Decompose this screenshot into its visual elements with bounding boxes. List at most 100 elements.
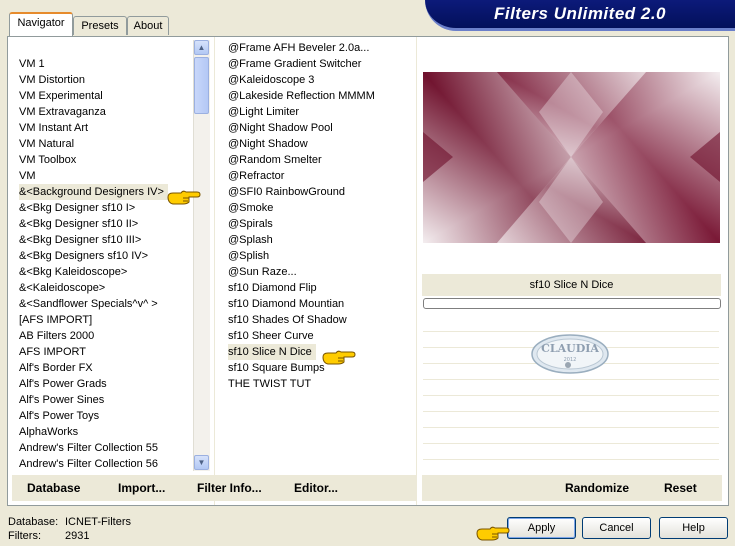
category-list-item-label: Alf's Power Sines [19, 394, 105, 406]
tab-presets[interactable]: Presets [73, 16, 127, 35]
filter-list-item-label: @Kaleidoscope 3 [228, 74, 315, 86]
filter-list-item-label: sf10 Diamond Mountian [228, 298, 345, 310]
category-list-item-label: &<Sandflower Specials^v^ > [19, 298, 158, 310]
category-list-item[interactable]: Alf's Power Toys [19, 408, 191, 424]
tab-presets-label: Presets [81, 20, 119, 32]
database-status-label: Database: [8, 516, 59, 528]
filter-list[interactable]: @Frame AFH Beveler 2.0a... @Frame Gradien… [228, 40, 413, 472]
category-list-item[interactable]: &<Sandflower Specials^v^ > [19, 296, 191, 312]
filter-list-item-label: @Night Shadow [228, 138, 308, 150]
filter-list-item[interactable]: sf10 Sheer Curve [228, 328, 413, 344]
app-title: Filters Unlimited 2.0 [493, 4, 667, 23]
category-list-item[interactable]: AlphaWorks [19, 424, 191, 440]
filter-list-item[interactable]: @Smoke [228, 200, 413, 216]
filter-list-item-label: @Sun Raze... [228, 266, 297, 278]
svg-text:CLAUDIA: CLAUDIA [541, 342, 599, 355]
scroll-thumb[interactable] [194, 57, 209, 114]
filter-list-item-label: sf10 Diamond Flip [228, 282, 317, 294]
filter-list-item-label: @Spirals [228, 218, 273, 230]
scroll-down-button[interactable]: ▼ [194, 455, 209, 470]
filter-list-item[interactable]: @Random Smelter [228, 152, 413, 168]
import-button[interactable]: Import... [118, 481, 165, 495]
category-list-item[interactable]: AB Filters 2000 [19, 328, 191, 344]
category-list-item[interactable]: VM 1 [19, 56, 191, 72]
category-list-item[interactable]: VM Experimental [19, 88, 191, 104]
category-list-item[interactable]: Alf's Border FX [19, 360, 191, 376]
cancel-button[interactable]: Cancel [582, 517, 651, 539]
randomize-button[interactable]: Randomize [565, 481, 629, 495]
filter-list-item[interactable]: THE TWIST TUT [228, 376, 413, 392]
filter-info-button[interactable]: Filter Info... [197, 481, 262, 495]
tab-navigator[interactable]: Navigator [9, 12, 73, 36]
filter-list-item-label: THE TWIST TUT [228, 378, 312, 390]
filter-list-item[interactable]: @Night Shadow [228, 136, 413, 152]
category-list-item[interactable]: Alf's Power Sines [19, 392, 191, 408]
category-list-item-label: VM Extravaganza [19, 106, 106, 118]
filter-list-item[interactable]: @Sun Raze... [228, 264, 413, 280]
filter-list-item[interactable]: @SFI0 RainbowGround [228, 184, 413, 200]
filter-list-item-label: @Frame Gradient Switcher [228, 58, 362, 70]
help-button[interactable]: Help [659, 517, 728, 539]
tab-navigator-label: Navigator [17, 17, 65, 29]
category-list-item[interactable]: &<Kaleidoscope> [19, 280, 191, 296]
filter-list-item[interactable]: @Night Shadow Pool [228, 120, 413, 136]
filter-list-item[interactable]: @Frame Gradient Switcher [228, 56, 413, 72]
filter-list-item[interactable]: @Spirals [228, 216, 413, 232]
filter-list-item-label: @Splash [228, 234, 273, 246]
filter-preview-image [423, 72, 720, 243]
database-button[interactable]: Database [27, 481, 80, 495]
editor-button[interactable]: Editor... [294, 481, 338, 495]
param-row-divider [423, 427, 719, 428]
category-list-item[interactable]: &<Bkg Designers sf10 IV> [19, 248, 191, 264]
filter-list-item-label: sf10 Square Bumps [228, 362, 325, 374]
filter-list-item-label: @Lakeside Reflection MMMM [228, 90, 375, 102]
filter-list-item[interactable]: @Light Limiter [228, 104, 413, 120]
category-list-item[interactable]: &<Bkg Designer sf10 II> [19, 216, 191, 232]
tab-about[interactable]: About [127, 16, 169, 35]
category-list-item[interactable]: &<Background Designers IV> [19, 184, 191, 200]
category-list-item[interactable]: AFS IMPORT [19, 344, 191, 360]
filter-list-item-label: sf10 Sheer Curve [228, 330, 314, 342]
filter-list-item[interactable]: sf10 Shades Of Shadow [228, 312, 413, 328]
scroll-up-button[interactable]: ▲ [194, 40, 209, 55]
category-list-item[interactable]: Andrew's Filter Collection 55 [19, 440, 191, 456]
category-list-item[interactable]: &<Bkg Kaleidoscope> [19, 264, 191, 280]
filter-list-item[interactable]: @Splish [228, 248, 413, 264]
category-list-item[interactable]: VM Instant Art [19, 120, 191, 136]
reset-button[interactable]: Reset [664, 481, 697, 495]
filter-list-item-label: sf10 Slice N Dice [228, 344, 316, 360]
filter-list-item[interactable]: sf10 Slice N Dice [228, 344, 413, 360]
category-list-item[interactable]: VM [19, 168, 191, 184]
category-list-item-label: AFS IMPORT [19, 346, 87, 358]
param-row-divider [423, 459, 719, 460]
category-list-item-label: VM Experimental [19, 90, 103, 102]
category-list-item-label: AlphaWorks [19, 426, 79, 438]
category-list-item[interactable]: Andrew's Filter Collection 56 [19, 456, 191, 472]
filter-list-item[interactable]: @Kaleidoscope 3 [228, 72, 413, 88]
category-list-item[interactable]: VM Extravaganza [19, 104, 191, 120]
filter-list-item-label: @Splish [228, 250, 270, 262]
category-scrollbar[interactable]: ▲ ▼ [193, 40, 210, 471]
filter-list-item[interactable]: sf10 Diamond Flip [228, 280, 413, 296]
filter-list-item[interactable]: @Refractor [228, 168, 413, 184]
category-list-item[interactable]: VM Natural [19, 136, 191, 152]
category-list-item[interactable]: &<Bkg Designer sf10 I> [19, 200, 191, 216]
category-list-item[interactable]: Alf's Power Grads [19, 376, 191, 392]
app-title-banner: Filters Unlimited 2.0 [425, 0, 735, 31]
filter-list-item[interactable]: @Splash [228, 232, 413, 248]
filter-list-item[interactable]: sf10 Square Bumps [228, 360, 413, 376]
category-list-item[interactable]: VM Toolbox [19, 152, 191, 168]
category-list-item[interactable]: [AFS IMPORT] [19, 312, 191, 328]
filters-count-value: 2931 [65, 530, 90, 542]
filter-list-item-label: @Random Smelter [228, 154, 322, 166]
category-list-item[interactable]: &<Bkg Designer sf10 III> [19, 232, 191, 248]
category-list[interactable]: VM 1 VM Distortion VM Experimental VM Extra… [19, 56, 191, 472]
filter-list-item[interactable]: sf10 Diamond Mountian [228, 296, 413, 312]
category-list-item[interactable]: VM Distortion [19, 72, 191, 88]
apply-button[interactable]: Apply [507, 517, 576, 539]
filter-list-item-label: @Refractor [228, 170, 285, 182]
filter-list-item[interactable]: @Lakeside Reflection MMMM [228, 88, 413, 104]
filter-list-item[interactable]: @Frame AFH Beveler 2.0a... [228, 40, 413, 56]
divider [416, 37, 417, 505]
category-list-item-label: Andrew's Filter Collection 56 [19, 458, 159, 470]
